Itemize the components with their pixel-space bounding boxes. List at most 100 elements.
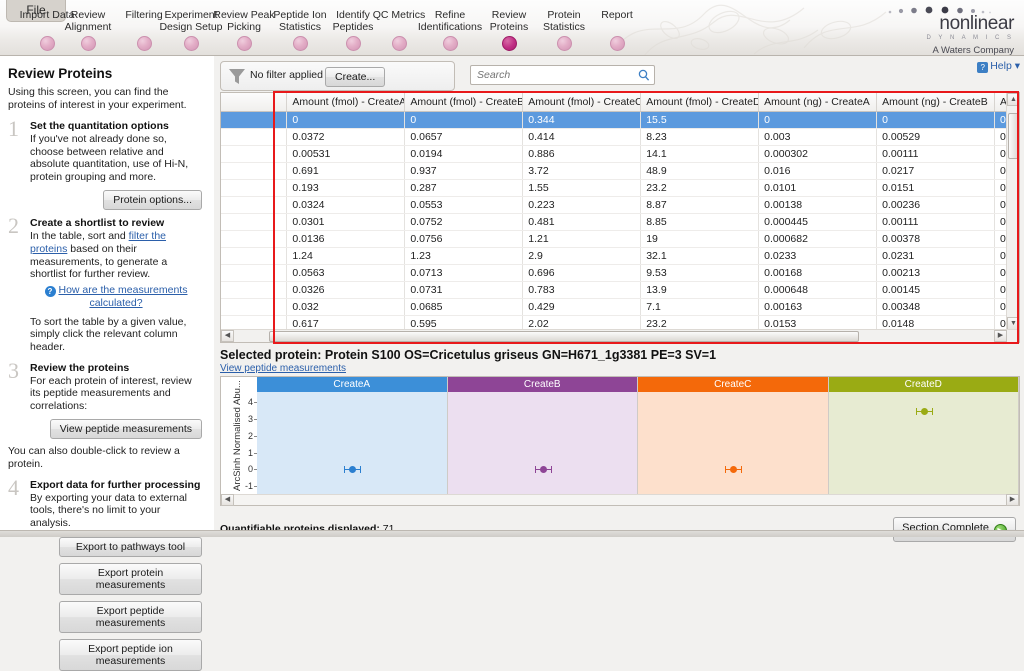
- table-cell[interactable]: 0.0136: [286, 230, 406, 248]
- table-cell[interactable]: 13.9: [640, 281, 760, 299]
- table-row[interactable]: 0.6910.9373.7248.90.0160.02170.0861.13: [221, 162, 1019, 180]
- table-cell[interactable]: 0.429: [522, 298, 642, 316]
- table-cell[interactable]: 0.00529: [876, 128, 996, 146]
- table-cell[interactable]: 48.9: [640, 162, 760, 180]
- table-cell[interactable]: 0.0233: [758, 247, 878, 265]
- chart-data-point[interactable]: [344, 466, 362, 474]
- table-cell[interactable]: 0.0553: [404, 196, 524, 214]
- table-cell[interactable]: 0.016: [758, 162, 878, 180]
- chart-data-point[interactable]: [915, 407, 933, 415]
- table-cell[interactable]: 19: [640, 230, 760, 248]
- horizontal-scroll-thumb[interactable]: [269, 331, 859, 342]
- column-header[interactable]: Amount (ng) - CreateB: [876, 93, 996, 112]
- table-cell[interactable]: 23.2: [640, 179, 760, 197]
- table-cell[interactable]: 32.1: [640, 247, 760, 265]
- table-row[interactable]: 0.005310.01940.88614.10.0003020.001110.0…: [221, 145, 1019, 163]
- table-row[interactable]: 0.1930.2871.5523.20.01010.01510.08111.21: [221, 179, 1019, 197]
- measurements-help-link[interactable]: How are the measurements calculated?: [59, 284, 188, 309]
- search-box[interactable]: [470, 65, 655, 85]
- table-row[interactable]: 1.241.232.932.10.02330.02310.05440.603: [221, 247, 1019, 265]
- table-cell[interactable]: 0.000682: [758, 230, 878, 248]
- table-vertical-scrollbar[interactable]: ▲ ▼: [1006, 93, 1019, 330]
- table-cell[interactable]: 8.23: [640, 128, 760, 146]
- table-cell[interactable]: 2.9: [522, 247, 642, 265]
- table-cell[interactable]: 0.00531: [286, 145, 406, 163]
- protein-options-button[interactable]: Protein options...: [103, 190, 202, 211]
- table-cell[interactable]: 0.0151: [876, 179, 996, 197]
- create-filter-button[interactable]: Create...: [325, 67, 386, 87]
- table-row[interactable]: 0.03240.05530.2238.870.001380.002360.009…: [221, 196, 1019, 214]
- table-cell[interactable]: 0.0194: [404, 145, 524, 163]
- column-header[interactable]: Amount (fmol) - CreateB: [404, 93, 524, 112]
- table-cell[interactable]: 0.0731: [404, 281, 524, 299]
- table-cell[interactable]: 0.0217: [876, 162, 996, 180]
- protein-table-container[interactable]: Amount (fmol) - CreateA Amount (fmol) - C…: [220, 92, 1020, 343]
- table-row[interactable]: 0.03260.07310.78313.90.0006480.001450.01…: [221, 281, 1019, 299]
- row-header-cell[interactable]: [221, 298, 288, 316]
- table-cell[interactable]: 0.691: [286, 162, 406, 180]
- row-header-cell[interactable]: [221, 111, 288, 129]
- table-corner-header[interactable]: [221, 93, 288, 112]
- chart-data-point[interactable]: [725, 465, 743, 473]
- table-cell[interactable]: 0.00378: [876, 230, 996, 248]
- table-cell[interactable]: 0.00163: [758, 298, 878, 316]
- table-cell[interactable]: 0.00236: [876, 196, 996, 214]
- table-row[interactable]: 0.03010.07520.4818.850.0004450.001110.00…: [221, 213, 1019, 231]
- table-cell[interactable]: 3.72: [522, 162, 642, 180]
- column-header[interactable]: Amount (fmol) - CreateC: [522, 93, 642, 112]
- protein-table[interactable]: Amount (fmol) - CreateA Amount (fmol) - C…: [221, 93, 1019, 342]
- chart-scroll-left-button[interactable]: ◀: [221, 494, 234, 506]
- table-cell[interactable]: 8.85: [640, 213, 760, 231]
- row-header-cell[interactable]: [221, 264, 288, 282]
- table-cell[interactable]: 0.00138: [758, 196, 878, 214]
- table-cell[interactable]: 0.481: [522, 213, 642, 231]
- table-cell[interactable]: 0.0756: [404, 230, 524, 248]
- table-row[interactable]: 0.03720.06570.4148.230.0030.005290.03340…: [221, 128, 1019, 146]
- table-cell[interactable]: 0.000302: [758, 145, 878, 163]
- table-cell[interactable]: 7.1: [640, 298, 760, 316]
- chart-scroll-right-button[interactable]: ▶: [1006, 494, 1019, 506]
- table-cell[interactable]: 0.0324: [286, 196, 406, 214]
- scroll-right-button[interactable]: ▶: [994, 330, 1007, 342]
- scroll-up-button[interactable]: ▲: [1007, 93, 1019, 106]
- table-cell[interactable]: 0.414: [522, 128, 642, 146]
- table-cell[interactable]: 0.00145: [876, 281, 996, 299]
- table-cell[interactable]: 0.0301: [286, 213, 406, 231]
- table-cell[interactable]: 0.000648: [758, 281, 878, 299]
- table-cell[interactable]: 0.696: [522, 264, 642, 282]
- table-cell[interactable]: 0.344: [522, 111, 642, 129]
- chart-panel-createc[interactable]: CreateC: [638, 377, 829, 495]
- table-cell[interactable]: 0.0326: [286, 281, 406, 299]
- table-cell[interactable]: 0.937: [404, 162, 524, 180]
- view-peptide-measurements-button[interactable]: View peptide measurements: [49, 419, 202, 440]
- row-header-cell[interactable]: [221, 230, 288, 248]
- row-header-cell[interactable]: [221, 247, 288, 265]
- table-cell[interactable]: 0.287: [404, 179, 524, 197]
- search-input[interactable]: [475, 66, 630, 84]
- export-button-export-protein-measurements[interactable]: Export protein measurements: [59, 563, 202, 596]
- table-cell[interactable]: 1.55: [522, 179, 642, 197]
- table-cell[interactable]: 0.193: [286, 179, 406, 197]
- table-cell[interactable]: 0.00111: [876, 213, 996, 231]
- table-cell[interactable]: 0.0563: [286, 264, 406, 282]
- table-cell[interactable]: 0.0713: [404, 264, 524, 282]
- table-cell[interactable]: 0.783: [522, 281, 642, 299]
- view-peptide-measurements-link[interactable]: View peptide measurements: [220, 363, 346, 374]
- column-header[interactable]: Amount (fmol) - CreateA: [286, 93, 406, 112]
- row-header-cell[interactable]: [221, 196, 288, 214]
- scroll-left-button[interactable]: ◀: [221, 330, 234, 342]
- table-cell[interactable]: 0.0685: [404, 298, 524, 316]
- table-cell[interactable]: 0.0752: [404, 213, 524, 231]
- table-cell[interactable]: 0: [286, 111, 406, 129]
- table-cell[interactable]: 0.003: [758, 128, 878, 146]
- table-cell[interactable]: 0: [404, 111, 524, 129]
- table-row[interactable]: 0.05630.07130.6969.530.001680.002130.020…: [221, 264, 1019, 282]
- chart-horizontal-scrollbar[interactable]: ◀ ▶: [221, 494, 1019, 506]
- vertical-scroll-thumb[interactable]: [1008, 113, 1019, 159]
- table-header-row[interactable]: Amount (fmol) - CreateA Amount (fmol) - C…: [221, 93, 1019, 112]
- table-cell[interactable]: 0: [758, 111, 878, 129]
- table-cell[interactable]: 0.00168: [758, 264, 878, 282]
- table-row[interactable]: 000.34415.5000.003930.177: [221, 111, 1019, 129]
- table-cell[interactable]: 0.0231: [876, 247, 996, 265]
- export-button-export-peptide-measurements[interactable]: Export peptide measurements: [59, 601, 202, 634]
